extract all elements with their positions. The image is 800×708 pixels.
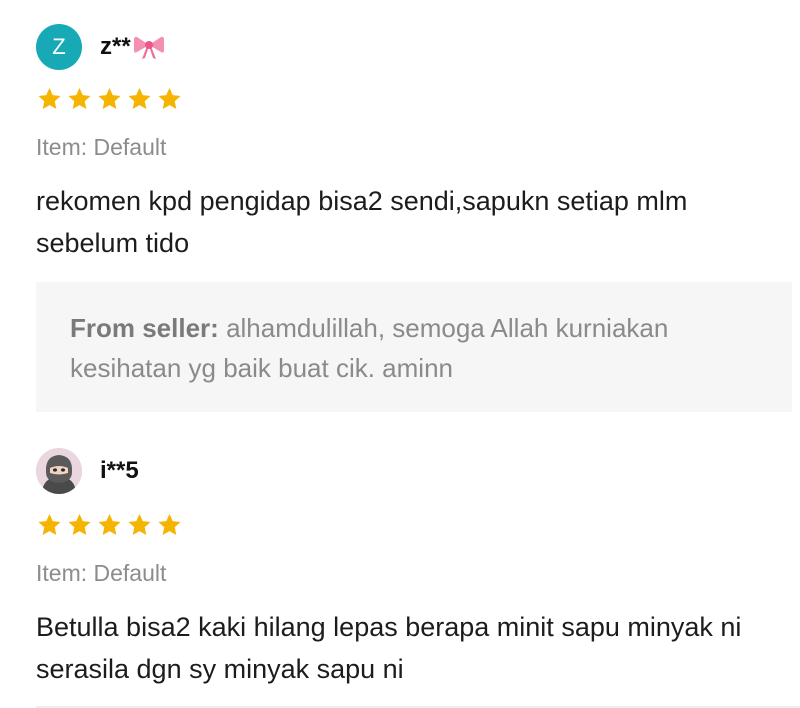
star-icon <box>98 87 121 109</box>
seller-reply: From seller: alhamdulillah, semoga Allah… <box>36 282 792 412</box>
user-photo-avatar[interactable] <box>36 448 82 494</box>
star-rating <box>36 512 183 538</box>
username-text: z** <box>100 33 131 60</box>
seller-reply-label: From seller: <box>70 313 219 343</box>
item-variant: Item: Default <box>36 134 167 160</box>
item-variant: Item: Default <box>36 560 167 586</box>
star-icon <box>128 87 151 109</box>
username-text: i**5 <box>100 457 139 484</box>
review-header: i**5 <box>36 448 139 494</box>
review-header: Z z** <box>36 24 165 70</box>
star-rating <box>36 86 183 112</box>
star-icon <box>158 513 181 535</box>
ribbon-bow-icon <box>133 36 164 59</box>
star-icon <box>158 87 181 109</box>
star-icon <box>38 513 61 535</box>
avatar-image <box>36 448 82 494</box>
star-icon <box>128 513 151 535</box>
avatar-letter: Z <box>52 34 66 59</box>
review-text: rekomen kpd pengidap bisa2 sendi,sapukn … <box>36 186 688 258</box>
star-icon <box>98 513 121 535</box>
star-icon <box>68 513 91 535</box>
username: z** <box>100 33 165 61</box>
review-text: Betulla bisa2 kaki hilang lepas berapa m… <box>36 612 742 684</box>
avatar[interactable]: Z <box>36 24 82 70</box>
star-icon <box>68 87 91 109</box>
star-icon <box>38 87 61 109</box>
username: i**5 <box>100 457 139 485</box>
